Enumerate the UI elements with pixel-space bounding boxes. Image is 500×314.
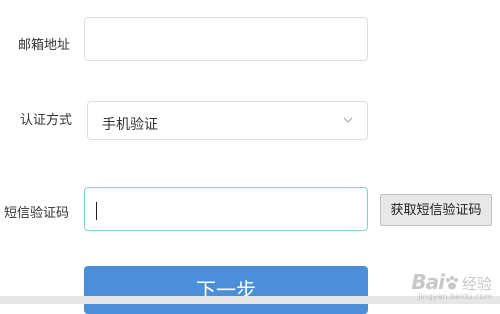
text-caret: [96, 202, 97, 220]
auth-method-value: 手机验证: [102, 117, 158, 133]
watermark-brand: Bai: [411, 270, 445, 294]
sms-code-field[interactable]: [84, 187, 368, 231]
email-field[interactable]: [84, 17, 368, 61]
chevron-down-icon: [343, 117, 353, 123]
watermark-url: jingyan.baidu.com: [418, 292, 492, 301]
auth-method-label: 认证方式: [20, 113, 73, 128]
auth-method-select[interactable]: 手机验证: [87, 101, 368, 140]
next-button[interactable]: 下一步: [84, 266, 368, 314]
baidu-watermark: Bai 经验 jingyan.baidu.com: [411, 270, 492, 301]
paw-icon: [445, 276, 458, 290]
email-label: 邮箱地址: [18, 38, 71, 53]
sms-code-label: 短信验证码: [4, 206, 70, 221]
get-sms-code-button[interactable]: 获取短信验证码: [380, 194, 492, 226]
watermark-brand-tail: 经验: [461, 275, 492, 293]
